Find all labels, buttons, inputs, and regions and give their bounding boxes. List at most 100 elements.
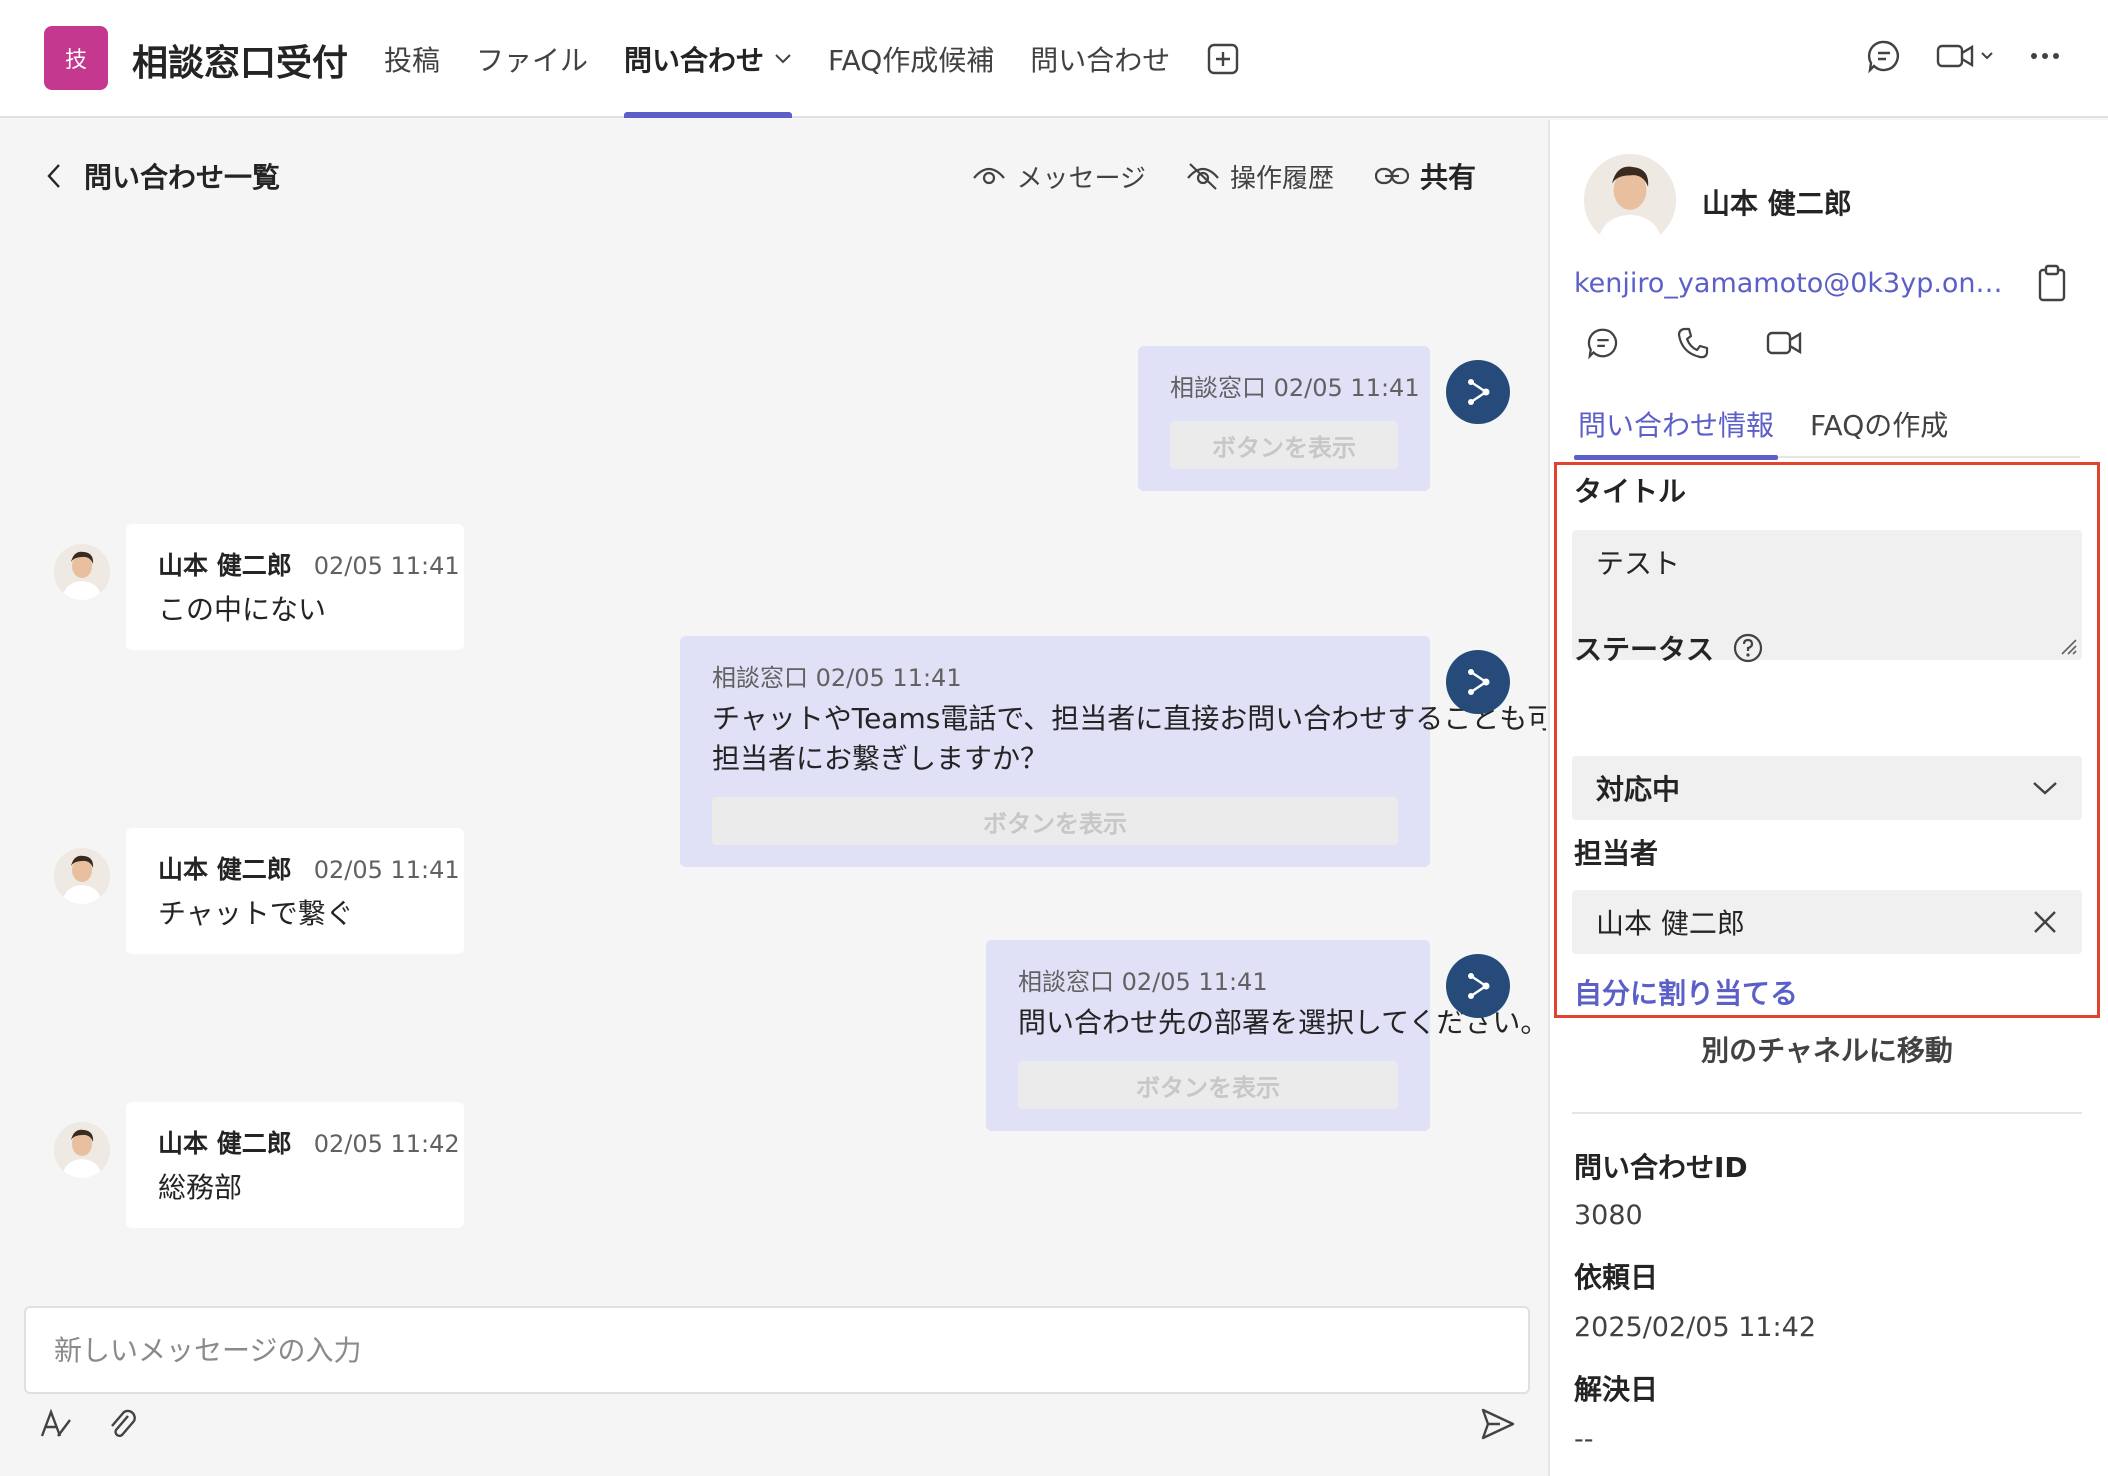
back-label: 問い合わせ一覧 [84, 161, 281, 194]
message-text: この中にない [158, 593, 327, 626]
tab-files[interactable]: ファイル [476, 0, 588, 118]
message-meta: 相談窓口 02/05 11:41 [1018, 968, 1268, 996]
tab-faq-candidates[interactable]: FAQ作成候補 [828, 0, 994, 118]
tab-inquiries-2[interactable]: 問い合わせ [1030, 0, 1170, 118]
share-button[interactable]: 共有 [1374, 156, 1476, 196]
move-to-channel-button[interactable]: 別のチャネルに移動 [1572, 1020, 2082, 1078]
bot-message: 相談窓口 02/05 11:41 問い合わせ先の部署を選択してください。 ボタン… [986, 940, 1546, 1131]
more-options-icon[interactable] [2030, 51, 2060, 61]
message-meta: 山本 健二郎 02/05 11:41 [158, 850, 460, 886]
show-buttons-button[interactable]: ボタンを表示 [712, 797, 1398, 845]
message-line: チャットやTeams電話で、担当者に直接お問い合わせすることも可能です。 [712, 702, 1546, 735]
message-list[interactable]: 相談窓口 02/05 11:41 ボタンを表示 山本 健二郎 02/05 11:4… [0, 224, 1546, 1370]
bot-avatar [1446, 650, 1510, 714]
message-bubble: 山本 健二郎 02/05 11:42 総務部 [126, 1102, 464, 1228]
chevron-down-icon [775, 54, 791, 64]
request-date-value: 2025/02/05 11:42 [1574, 1312, 1817, 1343]
share-label: 共有 [1419, 161, 1476, 194]
requester-name: 山本 健二郎 [1702, 187, 1852, 220]
message-bubble: 山本 健二郎 02/05 11:41 チャットで繋ぐ [126, 828, 464, 954]
message-meta: 山本 健二郎 02/05 11:42 [158, 1124, 460, 1160]
message-time: 02/05 11:41 [313, 856, 460, 884]
tab-label: ファイル [476, 44, 589, 77]
attach-icon[interactable] [104, 1406, 140, 1442]
back-to-inquiry-list[interactable]: 問い合わせ一覧 [46, 156, 280, 196]
history-label: 操作履歴 [1229, 163, 1334, 194]
chat-icon[interactable] [1586, 326, 1620, 360]
history-button[interactable]: 操作履歴 [1186, 158, 1334, 195]
inquiry-id-label: 問い合わせID [1574, 1151, 1748, 1184]
video-call-icon[interactable] [1936, 38, 1996, 74]
bot-message: 相談窓口 02/05 11:41 チャットやTeams電話で、担当者に直接お問い… [680, 636, 1546, 867]
message-line: 担当者にお繋ぎしますか？ [712, 742, 1049, 775]
requester-email[interactable]: kenjiro_yamamoto@0k3yp.onmicrosoft.com [1574, 268, 2024, 299]
person-photo-icon [54, 1122, 110, 1178]
request-date-label: 依頼日 [1574, 1261, 1659, 1294]
tab-bar: 投稿 ファイル 問い合わせ FAQ作成候補 問い合わせ [384, 0, 1276, 118]
message-text: 問い合わせ先の部署を選択してください。 [1018, 1006, 1546, 1039]
tab-label: 投稿 [384, 44, 441, 77]
message-meta: 相談窓口 02/05 11:41 [1170, 374, 1420, 402]
plus-square-icon [1208, 43, 1239, 75]
new-message-input[interactable] [26, 1308, 1528, 1392]
link-icon [1374, 167, 1410, 185]
top-bar: 技 相談窓口受付 投稿 ファイル 問い合わせ FAQ作成候補 問い合わせ [0, 0, 2108, 118]
copy-icon[interactable] [2036, 264, 2068, 302]
message-bubble: 山本 健二郎 02/05 11:41 この中にない [126, 524, 464, 650]
video-call-icon[interactable] [1766, 326, 1802, 360]
format-icon[interactable] [38, 1406, 74, 1442]
requester-avatar[interactable] [1584, 154, 1676, 246]
chevron-left-icon [47, 164, 60, 188]
send-icon[interactable] [1480, 1406, 1516, 1442]
message-composer [24, 1306, 1530, 1394]
panel-tabs: 問い合わせ情報 FAQの作成 [1574, 404, 2080, 460]
person-photo-icon [1584, 154, 1676, 246]
composer-tools [38, 1406, 140, 1442]
app-title: 相談窓口受付 [132, 43, 349, 84]
bot-logo-icon [1468, 379, 1490, 405]
message-view-button[interactable]: メッセージ [972, 158, 1146, 195]
tab-label: 問い合わせ [624, 44, 765, 77]
contact-actions [1586, 326, 1802, 360]
tab-inquiries[interactable]: 問い合わせ [624, 0, 793, 118]
person-photo-icon [54, 544, 110, 600]
message-time: 02/05 11:41 [313, 552, 460, 580]
tab-inquiry-info[interactable]: 問い合わせ情報 [1574, 404, 1779, 460]
chat-pane: 問い合わせ一覧 メッセージ 操作履歴 共有 相談窓口 02/05 11:41 ボ… [0, 120, 1546, 1476]
tab-create-faq[interactable]: FAQの作成 [1810, 404, 1948, 458]
resolved-date-value: -- [1574, 1424, 1594, 1455]
inquiry-id-value: 3080 [1574, 1200, 1643, 1231]
user-avatar[interactable] [54, 544, 110, 600]
message-text: チャットやTeams電話で、担当者に直接お問い合わせすることも可能です。担当者に… [712, 699, 1546, 779]
show-buttons-button[interactable]: ボタンを表示 [1018, 1061, 1398, 1109]
tab-label: 問い合わせ [1030, 44, 1171, 77]
tab-posts[interactable]: 投稿 [384, 0, 440, 118]
eye-off-icon [1187, 163, 1219, 190]
add-tab-button[interactable] [1206, 0, 1240, 118]
bot-logo-icon [1468, 973, 1490, 999]
eye-icon [973, 167, 1006, 185]
phone-icon[interactable] [1676, 326, 1710, 360]
message-meta: 山本 健二郎 02/05 11:41 [158, 546, 460, 582]
chat-icon[interactable] [1866, 38, 1902, 74]
sender-name: 山本 健二郎 [158, 855, 292, 884]
message-text: 総務部 [158, 1171, 243, 1204]
bot-avatar [1446, 360, 1510, 424]
bot-message: 相談窓口 02/05 11:41 ボタンを表示 [1138, 346, 1430, 491]
team-avatar[interactable]: 技 [44, 26, 108, 90]
highlight-box [1554, 462, 2100, 1018]
message-meta: 相談窓口 02/05 11:41 [712, 664, 962, 692]
resolved-date-label: 解決日 [1574, 1373, 1659, 1406]
bot-logo-icon [1468, 669, 1490, 695]
tab-label: FAQ作成候補 [828, 44, 995, 77]
person-photo-icon [54, 848, 110, 904]
user-avatar[interactable] [54, 848, 110, 904]
bot-avatar [1446, 954, 1510, 1018]
chat-header: 問い合わせ一覧 メッセージ 操作履歴 共有 [0, 120, 1546, 224]
sender-name: 山本 健二郎 [158, 1129, 292, 1158]
user-avatar[interactable] [54, 1122, 110, 1178]
divider [1572, 1112, 2082, 1114]
message-label: メッセージ [1016, 163, 1146, 194]
sender-name: 山本 健二郎 [158, 551, 292, 580]
show-buttons-button[interactable]: ボタンを表示 [1170, 421, 1398, 469]
